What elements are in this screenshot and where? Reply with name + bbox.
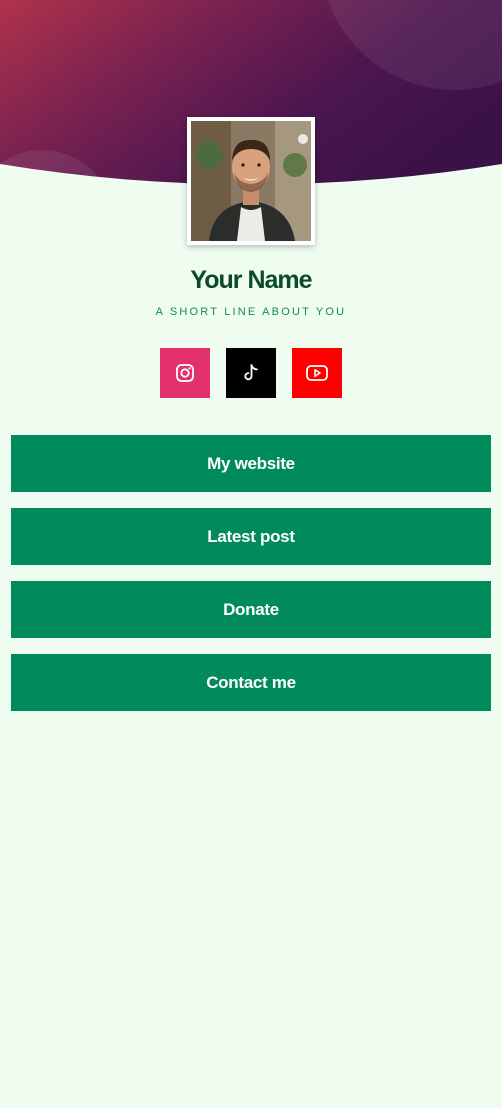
link-button-latest-post[interactable]: Latest post xyxy=(11,508,491,565)
social-youtube-button[interactable] xyxy=(292,348,342,398)
link-button-donate[interactable]: Donate xyxy=(11,581,491,638)
link-button-contact[interactable]: Contact me xyxy=(11,654,491,711)
tiktok-icon xyxy=(244,364,258,381)
profile-tagline: A SHORT LINE ABOUT YOU xyxy=(155,306,347,318)
link-button-website[interactable]: My website xyxy=(11,435,491,492)
social-instagram-button[interactable] xyxy=(160,348,210,398)
profile-avatar xyxy=(187,117,315,245)
instagram-icon xyxy=(176,364,194,382)
profile-name: Your Name xyxy=(190,266,312,294)
youtube-icon xyxy=(306,365,328,381)
social-tiktok-button[interactable] xyxy=(226,348,276,398)
